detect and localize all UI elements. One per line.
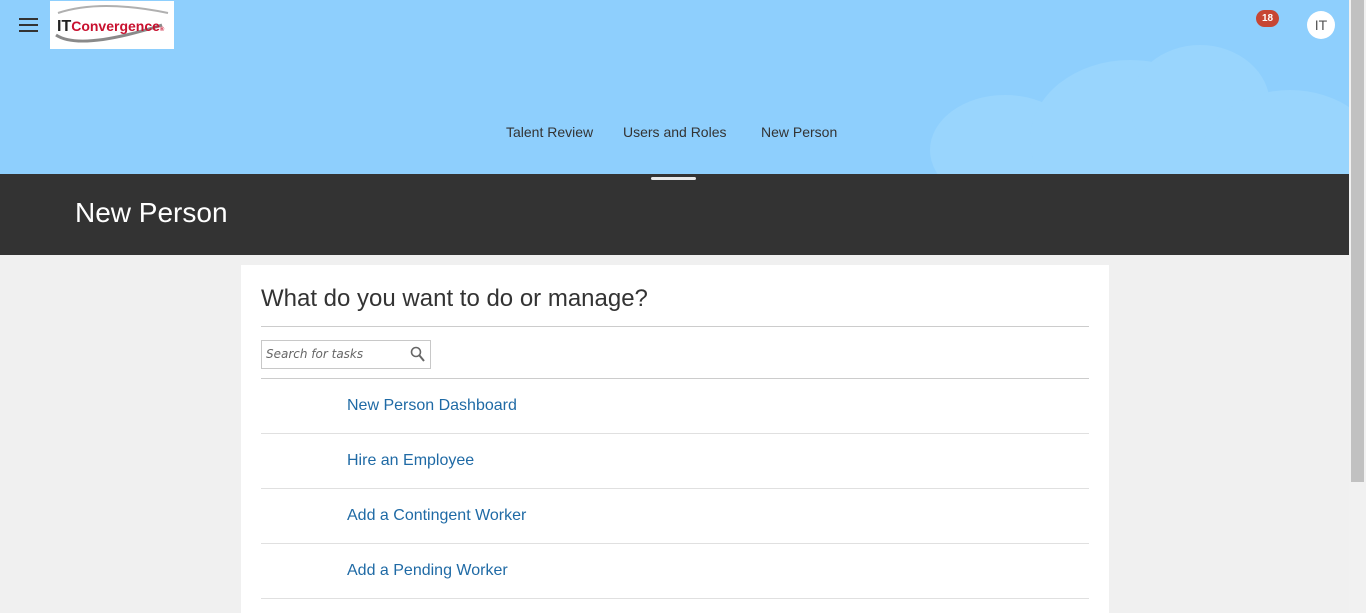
logo-it-text: IT [57,18,71,35]
task-divider [261,433,1089,434]
task-link-add-pending-worker[interactable]: Add a Pending Worker [347,562,508,580]
task-divider [261,598,1089,599]
page-title: New Person [75,197,228,228]
user-avatar[interactable]: IT [1307,11,1335,39]
task-link-hire-an-employee[interactable]: Hire an Employee [347,452,474,470]
nav-item-talent-review[interactable]: Talent Review [506,124,593,140]
search-input[interactable] [266,344,406,364]
task-search-box[interactable] [261,340,431,369]
panel-heading: What do you want to do or manage? [261,285,648,312]
nav-item-users-and-roles[interactable]: Users and Roles [623,124,727,140]
logo-registered-mark: ® [160,26,165,33]
hamburger-icon[interactable] [19,16,38,34]
task-panel: What do you want to do or manage? New Pe… [241,265,1109,613]
task-divider [261,488,1089,489]
search-icon[interactable] [410,346,426,363]
task-divider [261,543,1089,544]
company-logo[interactable]: ITConvergence® [50,1,174,49]
global-header: ITConvergence® 18 IT Talent Review Users… [0,0,1349,174]
logo-brand-text: Convergence [71,18,160,34]
vertical-scrollbar[interactable] [1349,0,1366,613]
notification-badge[interactable]: 18 [1256,10,1279,27]
nav-item-new-person[interactable]: New Person [761,124,837,140]
svg-text:ITConvergence®: ITConvergence® [57,18,165,35]
divider [261,378,1089,379]
task-link-add-contingent-worker[interactable]: Add a Contingent Worker [347,507,526,525]
strip-handle[interactable] [651,177,696,180]
divider [261,326,1089,327]
task-link-new-person-dashboard[interactable]: New Person Dashboard [347,397,517,415]
scrollbar-thumb[interactable] [1351,0,1364,482]
